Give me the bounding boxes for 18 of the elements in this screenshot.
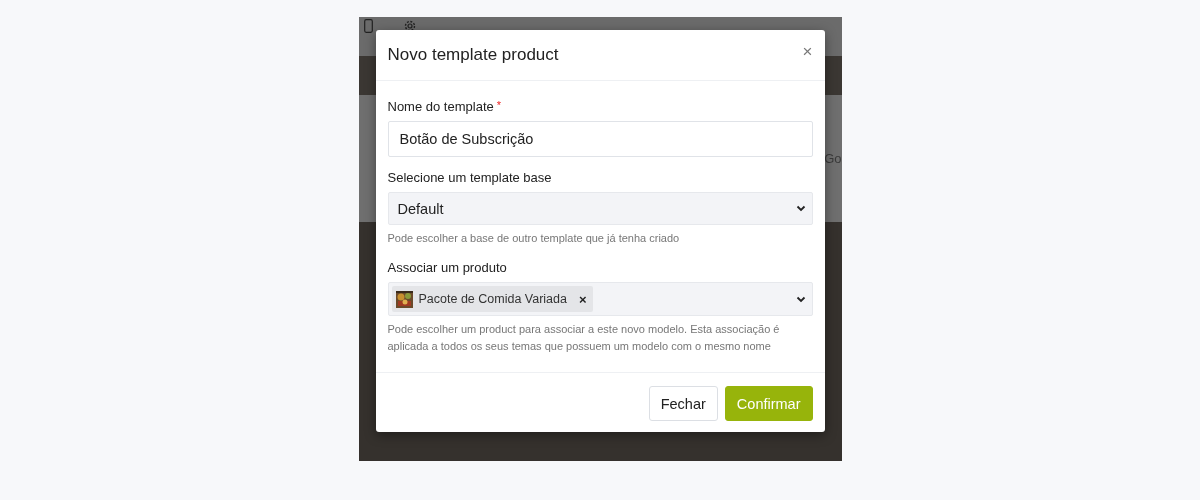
help-text: Pode escolher a base de outro template que já tenha criado xyxy=(387,231,681,246)
help-text: Pode escolher um product para associar a este novo modelo. Esta associação é aplicada a todos os seus temas que possuem um modelo com o mesmo nome xyxy=(387,322,781,354)
required-mark: * xyxy=(496,99,501,113)
dialog-title: Novo template product xyxy=(387,45,559,65)
close-button[interactable]: × xyxy=(802,42,813,68)
product-select[interactable]: Pacote de Comida Variada × xyxy=(387,282,813,316)
template-select[interactable]: Default xyxy=(387,192,813,225)
field-label-text: Nome do template xyxy=(387,99,494,114)
gear-icon xyxy=(402,19,417,33)
chevron-down-icon xyxy=(795,295,806,303)
close-button[interactable]: Fechar xyxy=(648,386,718,421)
text-field[interactable]: Botão de Subscrição xyxy=(387,121,813,157)
phone-icon xyxy=(363,19,373,33)
tag-label: Pacote de Comida Variada xyxy=(418,292,567,306)
remove-tag-button[interactable]: × xyxy=(572,291,587,307)
field-label: Selecione um template base xyxy=(387,170,553,185)
chevron-down-icon xyxy=(795,205,806,212)
field-label: Associar um produto xyxy=(387,260,508,275)
